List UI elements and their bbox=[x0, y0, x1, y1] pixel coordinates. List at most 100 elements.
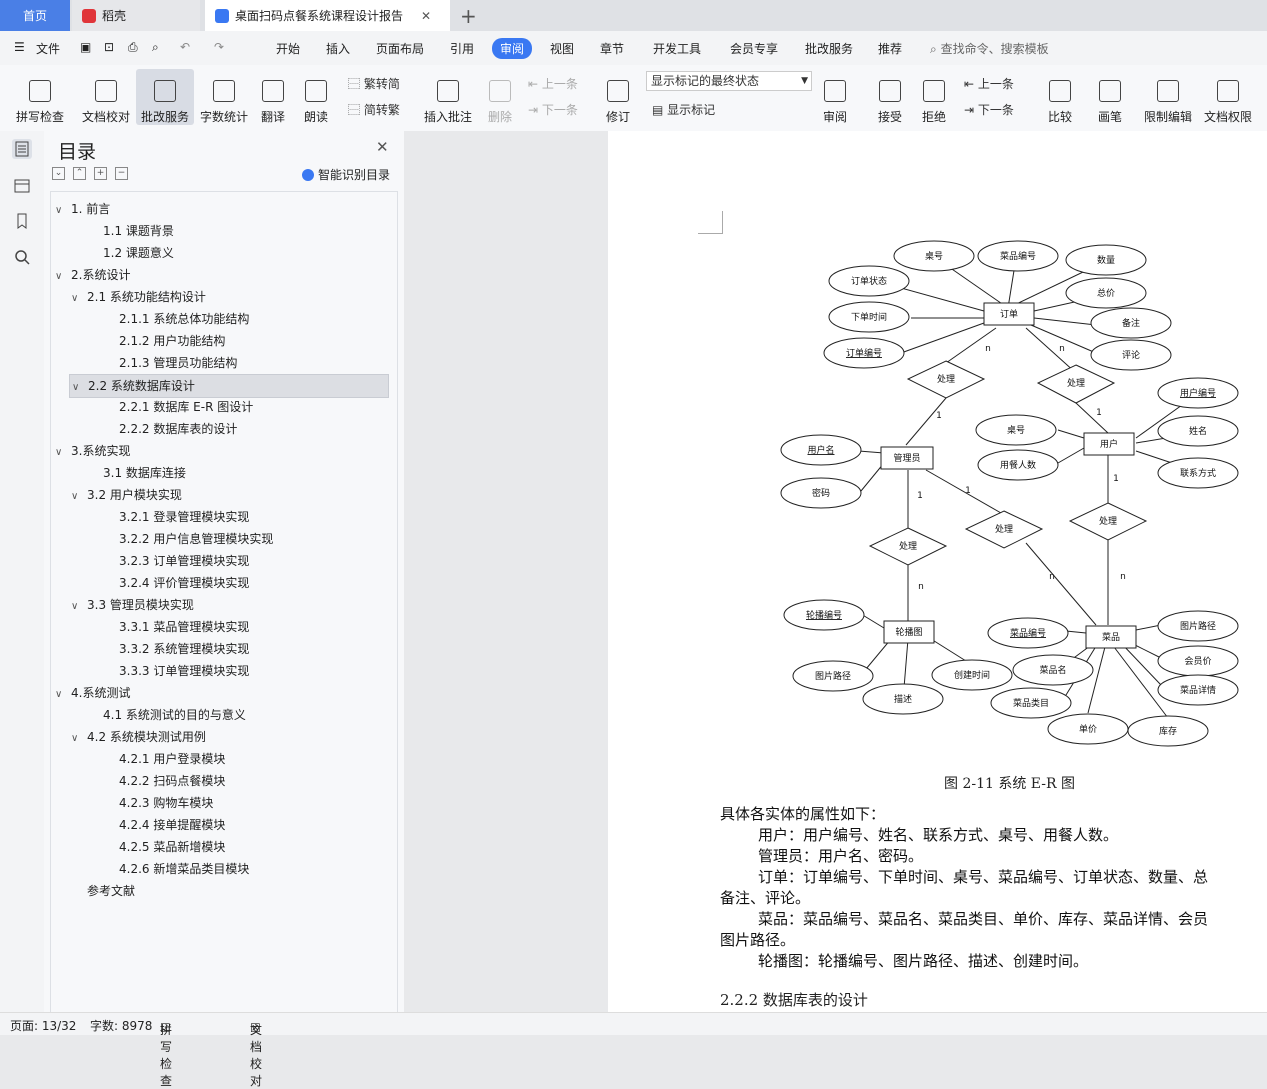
toc-item[interactable]: 参考文献 bbox=[51, 880, 135, 902]
tab-document[interactable]: 桌面扫码点餐系统课程设计报告 ✕ bbox=[205, 0, 450, 31]
add-heading-icon[interactable]: + bbox=[94, 167, 107, 180]
close-icon[interactable]: ✕ bbox=[376, 138, 389, 156]
toc-item[interactable]: 4.2.5 菜品新增模块 bbox=[51, 836, 225, 858]
menu-layout[interactable]: 页面布局 bbox=[376, 40, 424, 57]
reject-button[interactable]: 拒绝 bbox=[914, 69, 954, 125]
next-change-button[interactable]: ⇥ 下一条 bbox=[964, 101, 1014, 118]
chevron-down-icon[interactable]: ∨ bbox=[71, 486, 83, 508]
smart-toc-button[interactable]: 智能识别目录 bbox=[302, 166, 390, 183]
toc-item[interactable]: 4.2.4 接单提醒模块 bbox=[51, 814, 225, 836]
insert-comment-button[interactable]: 插入批注 bbox=[420, 69, 476, 125]
export-icon[interactable]: ⊡ bbox=[104, 40, 114, 54]
proofread-button[interactable]: 文档校对 bbox=[78, 69, 134, 125]
menu-review[interactable]: 审阅 bbox=[492, 38, 533, 59]
toc-item[interactable]: 3.2.4 评价管理模块实现 bbox=[51, 572, 249, 594]
word-count-indicator[interactable]: 字数: 8978 bbox=[90, 1017, 152, 1034]
trad-to-simp-button[interactable]: ⿱ 繁转简 bbox=[348, 75, 400, 92]
toc-item[interactable]: ∨ 2.系统设计 bbox=[51, 264, 130, 286]
menu-devtools[interactable]: 开发工具 bbox=[653, 40, 701, 57]
toc-item[interactable]: 4.2.6 新增菜品类目模块 bbox=[51, 858, 249, 880]
delete-comment-button[interactable]: 删除 bbox=[480, 69, 520, 125]
toc-item[interactable]: 4.2.1 用户登录模块 bbox=[51, 748, 225, 770]
simp-to-trad-button[interactable]: ⿱ 简转繁 bbox=[348, 101, 400, 118]
print-icon[interactable]: ⎙ bbox=[128, 40, 138, 55]
preview-icon[interactable]: ⌕ bbox=[152, 40, 159, 55]
toc-item[interactable]: ∨ 4.系统测试 bbox=[51, 682, 130, 704]
menu-grading[interactable]: 批改服务 bbox=[805, 40, 853, 57]
menu-view[interactable]: 视图 bbox=[550, 40, 574, 57]
pen-button[interactable]: 画笔 bbox=[1092, 69, 1128, 125]
menu-chapter[interactable]: 章节 bbox=[600, 40, 624, 57]
toc-item[interactable]: 2.1.2 用户功能结构 bbox=[51, 330, 225, 352]
toc-item[interactable]: 3.2.2 用户信息管理模块实现 bbox=[51, 528, 273, 550]
toc-item[interactable]: 3.2.1 登录管理模块实现 bbox=[51, 506, 249, 528]
toc-item[interactable]: 1.1 课题背景 bbox=[51, 220, 174, 242]
read-aloud-button[interactable]: 朗读 bbox=[298, 69, 334, 125]
chevron-down-icon[interactable]: ∨ bbox=[71, 596, 83, 618]
chevron-down-icon[interactable]: ∨ bbox=[71, 728, 83, 750]
toc-item[interactable]: 2.2.2 数据库表的设计 bbox=[51, 418, 237, 440]
toc-item[interactable]: ∨ 3.2 用户模块实现 bbox=[51, 484, 182, 506]
close-icon[interactable]: ✕ bbox=[421, 9, 431, 23]
chapter-icon[interactable] bbox=[12, 175, 32, 195]
chevron-down-icon[interactable]: ∨ bbox=[71, 288, 83, 310]
chevron-down-icon[interactable]: ∨ bbox=[55, 442, 67, 464]
toc-item[interactable]: 2.1.3 管理员功能结构 bbox=[51, 352, 237, 374]
next-comment-button[interactable]: ⇥ 下一条 bbox=[528, 101, 578, 118]
toc-item[interactable]: ∨ 1. 前言 bbox=[51, 198, 110, 220]
tab-daoke[interactable]: 稻壳 bbox=[72, 0, 200, 31]
spell-check-button[interactable]: 拼写检查 bbox=[10, 69, 70, 125]
menu-file[interactable]: 文件 bbox=[36, 40, 60, 57]
save-icon[interactable]: ▣ bbox=[80, 40, 91, 54]
show-markup-button[interactable]: ▤ 显示标记 bbox=[652, 101, 715, 118]
prev-comment-button[interactable]: ⇤ 上一条 bbox=[528, 75, 578, 92]
toc-item[interactable]: ∨ 3.系统实现 bbox=[51, 440, 130, 462]
menu-recommend[interactable]: 推荐 bbox=[878, 40, 902, 57]
toc-item[interactable]: ∨ 3.3 管理员模块实现 bbox=[51, 594, 194, 616]
undo-icon[interactable]: ↶ bbox=[180, 40, 190, 54]
redo-icon[interactable]: ↷ bbox=[214, 40, 224, 54]
compare-button[interactable]: 比较 bbox=[1040, 69, 1080, 125]
prev-change-button[interactable]: ⇤ 上一条 bbox=[964, 75, 1014, 92]
review-pane-button[interactable]: 审阅 bbox=[815, 69, 855, 125]
new-tab-icon[interactable]: + bbox=[460, 4, 477, 28]
chevron-down-icon[interactable]: ∨ bbox=[55, 266, 67, 288]
restrict-edit-button[interactable]: 限制编辑 bbox=[1140, 69, 1196, 125]
chevron-down-icon[interactable]: ∨ bbox=[55, 200, 67, 222]
toc-item[interactable]: ∨ 4.2 系统模块测试用例 bbox=[51, 726, 206, 748]
hamburger-icon[interactable]: ☰ bbox=[14, 40, 25, 54]
toc-item[interactable]: 2.1.1 系统总体功能结构 bbox=[51, 308, 249, 330]
toc-item[interactable]: 3.1 数据库连接 bbox=[51, 462, 186, 484]
doc-permission-button[interactable]: 文档权限 bbox=[1200, 69, 1256, 125]
page-indicator[interactable]: 页面: 13/32 bbox=[10, 1017, 76, 1034]
markup-state-select[interactable]: 显示标记的最终状态 ▼ bbox=[646, 71, 812, 91]
revise-button[interactable]: 修订 bbox=[600, 69, 636, 125]
collapse-all-icon[interactable]: ⌄ bbox=[52, 167, 65, 180]
toc-item[interactable]: 1.2 课题意义 bbox=[51, 242, 174, 264]
remove-heading-icon[interactable]: − bbox=[115, 167, 128, 180]
toc-item[interactable]: 3.2.3 订单管理模块实现 bbox=[51, 550, 249, 572]
word-count-button[interactable]: 字数统计 bbox=[197, 69, 251, 125]
translate-button[interactable]: 翻译 bbox=[255, 69, 291, 125]
tab-home[interactable]: 首页 bbox=[0, 0, 70, 31]
menu-reference[interactable]: 引用 bbox=[450, 40, 474, 57]
toc-item[interactable]: 3.3.2 系统管理模块实现 bbox=[51, 638, 249, 660]
search-icon[interactable] bbox=[12, 247, 32, 267]
accept-button[interactable]: 接受 bbox=[870, 69, 910, 125]
menu-start[interactable]: 开始 bbox=[276, 40, 300, 57]
toc-item[interactable]: 4.2.2 扫码点餐模块 bbox=[51, 770, 225, 792]
search-command[interactable]: ⌕ 查找命令、搜索模板 bbox=[930, 40, 1049, 57]
toc-item[interactable]: 4.1 系统测试的目的与意义 bbox=[51, 704, 246, 726]
chevron-down-icon[interactable]: ∨ bbox=[55, 684, 67, 706]
toc-item[interactable]: ∨ 2.2 系统数据库设计 bbox=[69, 374, 389, 398]
toc-icon[interactable] bbox=[12, 139, 32, 159]
menu-insert[interactable]: 插入 bbox=[326, 40, 350, 57]
toc-item[interactable]: ∨ 2.1 系统功能结构设计 bbox=[51, 286, 206, 308]
grading-service-button[interactable]: 批改服务 bbox=[136, 69, 194, 125]
toc-item[interactable]: 3.3.1 菜品管理模块实现 bbox=[51, 616, 249, 638]
menu-member[interactable]: 会员专享 bbox=[730, 40, 778, 57]
expand-all-icon[interactable]: ⌃ bbox=[73, 167, 86, 180]
bookmark-icon[interactable] bbox=[12, 211, 32, 231]
toc-item[interactable]: 3.3.3 订单管理模块实现 bbox=[51, 660, 249, 682]
toc-item[interactable]: 4.2.3 购物车模块 bbox=[51, 792, 213, 814]
